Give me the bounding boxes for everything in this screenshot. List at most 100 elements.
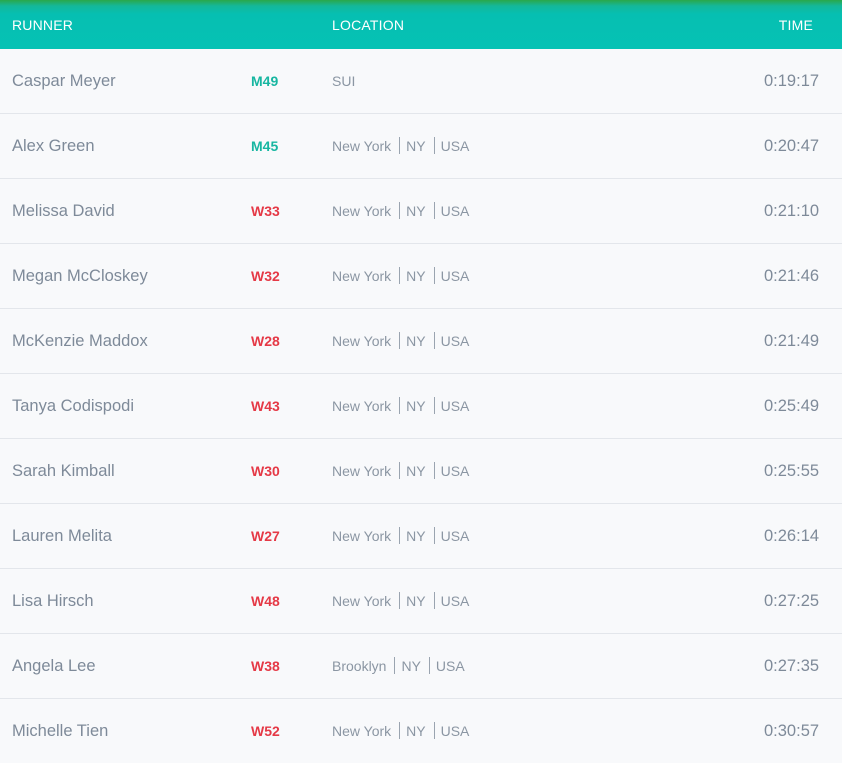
column-header-time[interactable]: TIME (779, 17, 813, 33)
runner-name[interactable]: Alex Green (12, 114, 95, 178)
runner-name[interactable]: Megan McCloskey (12, 244, 148, 308)
finish-time: 0:21:49 (764, 332, 820, 350)
location-country: USA (440, 203, 470, 219)
age-category-badge: W30 (251, 463, 280, 479)
location-country: USA (435, 658, 465, 674)
location-divider (399, 527, 401, 544)
age-category-badge: W27 (251, 528, 280, 544)
finish-time: 0:21:46 (764, 267, 820, 285)
finish-time: 0:19:17 (764, 72, 820, 90)
age-category-badge: W33 (251, 203, 280, 219)
location-country: USA (440, 333, 470, 349)
finish-time: 0:27:35 (764, 657, 820, 675)
location-divider (399, 267, 401, 284)
finish-time: 0:30:57 (764, 722, 820, 740)
runner-name[interactable]: McKenzie Maddox (12, 309, 148, 373)
table-row[interactable]: Sarah Kimball W30 New York NY USA 0:25:55 (0, 439, 842, 504)
runner-name[interactable]: Tanya Codispodi (12, 374, 134, 438)
runner-name[interactable]: Michelle Tien (12, 699, 108, 763)
runner-name[interactable]: Lisa Hirsch (12, 569, 94, 633)
table-row[interactable]: Megan McCloskey W32 New York NY USA 0:21:46 (0, 244, 842, 309)
location-city: New York (332, 528, 392, 544)
runner-location: New York NY USA (332, 309, 469, 373)
runner-location: New York NY USA (332, 569, 469, 633)
age-category-badge: W52 (251, 723, 280, 739)
location-city: Brooklyn (332, 658, 387, 674)
age-category-badge: W28 (251, 333, 280, 349)
runner-location: New York NY USA (332, 114, 469, 178)
location-country: USA (440, 398, 470, 414)
runner-name[interactable]: Caspar Meyer (12, 49, 116, 113)
location-divider (399, 137, 401, 154)
table-header: RUNNER LOCATION TIME (0, 0, 842, 49)
location-divider (433, 462, 435, 479)
results-table: RUNNER LOCATION TIME Caspar Meyer M49 SUI 0… (0, 0, 842, 763)
age-category-badge: W43 (251, 398, 280, 414)
finish-time: 0:26:14 (764, 527, 820, 545)
location-city: New York (332, 593, 392, 609)
location-divider (433, 267, 435, 284)
table-row[interactable]: Melissa David W33 New York NY USA 0:21:10 (0, 179, 842, 244)
location-state: NY (406, 138, 426, 154)
location-state: NY (401, 658, 421, 674)
table-row[interactable]: Lisa Hirsch W48 New York NY USA 0:27:25 (0, 569, 842, 634)
location-divider (399, 592, 401, 609)
column-header-location[interactable]: LOCATION (332, 17, 404, 33)
runner-location: New York NY USA (332, 699, 469, 763)
runner-name[interactable]: Angela Lee (12, 634, 96, 698)
location-state: NY (406, 268, 426, 284)
location-divider (433, 592, 435, 609)
location-state: NY (406, 203, 426, 219)
table-row[interactable]: Tanya Codispodi W43 New York NY USA 0:25:49 (0, 374, 842, 439)
age-category-badge: M45 (251, 138, 279, 154)
runner-location: New York NY USA (332, 374, 469, 438)
table-row[interactable]: McKenzie Maddox W28 New York NY USA 0:21:49 (0, 309, 842, 374)
runner-name[interactable]: Sarah Kimball (12, 439, 115, 503)
location-divider (399, 332, 401, 349)
location-country: SUI (332, 73, 356, 89)
location-divider (433, 527, 435, 544)
table-row[interactable]: Caspar Meyer M49 SUI 0:19:17 (0, 49, 842, 114)
location-city: New York (332, 723, 392, 739)
table-row[interactable]: Alex Green M45 New York NY USA 0:20:47 (0, 114, 842, 179)
table-row[interactable]: Angela Lee W38 Brooklyn NY USA 0:27:35 (0, 634, 842, 699)
location-city: New York (332, 398, 392, 414)
runner-location: Brooklyn NY USA (332, 634, 465, 698)
location-country: USA (440, 268, 470, 284)
location-divider (433, 722, 435, 739)
location-state: NY (406, 398, 426, 414)
finish-time: 0:21:10 (764, 202, 820, 220)
table-row[interactable]: Michelle Tien W52 New York NY USA 0:30:57 (0, 699, 842, 763)
location-state: NY (406, 593, 426, 609)
location-divider (433, 332, 435, 349)
age-category-badge: M49 (251, 73, 279, 89)
age-category-badge: W48 (251, 593, 280, 609)
runner-location: SUI (332, 49, 355, 113)
location-country: USA (440, 593, 470, 609)
table-row[interactable]: Lauren Melita W27 New York NY USA 0:26:14 (0, 504, 842, 569)
location-city: New York (332, 268, 392, 284)
location-divider (399, 462, 401, 479)
location-country: USA (440, 138, 470, 154)
location-city: New York (332, 333, 392, 349)
location-divider (394, 657, 396, 674)
age-category-badge: W38 (251, 658, 280, 674)
location-country: USA (440, 723, 470, 739)
location-state: NY (406, 333, 426, 349)
column-header-runner[interactable]: RUNNER (12, 17, 73, 33)
location-country: USA (440, 528, 470, 544)
finish-time: 0:27:25 (764, 592, 820, 610)
location-city: New York (332, 203, 392, 219)
location-divider (433, 397, 435, 414)
location-divider (399, 202, 401, 219)
runner-name[interactable]: Lauren Melita (12, 504, 112, 568)
location-divider (399, 722, 401, 739)
location-country: USA (440, 463, 470, 479)
location-divider (428, 657, 430, 674)
location-state: NY (406, 528, 426, 544)
location-state: NY (406, 463, 426, 479)
finish-time: 0:25:55 (764, 462, 820, 480)
runner-location: New York NY USA (332, 244, 469, 308)
runner-name[interactable]: Melissa David (12, 179, 115, 243)
table-body: Caspar Meyer M49 SUI 0:19:17 Alex Green M45 Ne… (0, 49, 842, 763)
